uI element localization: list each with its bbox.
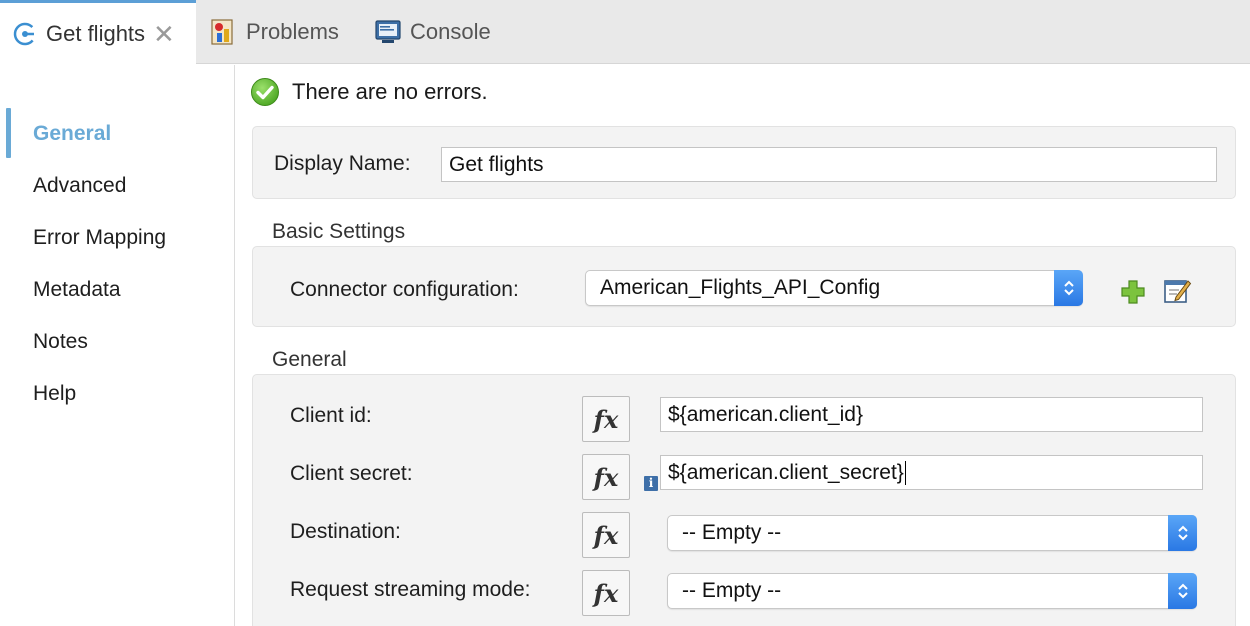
tab-get-flights[interactable]: Get flights ✕ <box>0 0 196 65</box>
sidebar-item-metadata[interactable]: Metadata <box>33 275 121 305</box>
active-section-indicator <box>6 108 11 158</box>
general-section-title: General <box>272 348 347 371</box>
sidebar-item-notes[interactable]: Notes <box>33 327 88 357</box>
select-stepper-icon <box>1168 515 1197 551</box>
close-icon[interactable]: ✕ <box>153 21 175 47</box>
client-id-label: Client id: <box>290 404 372 427</box>
fx-toggle-client-id[interactable]: fx <box>582 396 630 442</box>
select-stepper-icon <box>1054 270 1083 306</box>
client-secret-value: ${american.client_secret} <box>668 461 904 484</box>
sidebar-item-advanced[interactable]: Advanced <box>33 171 126 201</box>
console-icon <box>374 18 402 46</box>
tab-label: Problems <box>246 19 339 44</box>
destination-select[interactable]: -- Empty -- <box>667 515 1197 551</box>
status-text: There are no errors. <box>292 79 488 104</box>
client-id-input[interactable] <box>660 397 1203 432</box>
destination-value: -- Empty -- <box>682 521 782 544</box>
info-icon[interactable]: i <box>644 476 658 491</box>
display-name-label: Display Name: <box>274 152 411 175</box>
sidebar-item-error-mapping[interactable]: Error Mapping <box>33 223 166 253</box>
properties-sidebar: General Advanced Error Mapping Metadata … <box>0 65 235 626</box>
text-cursor <box>904 461 906 486</box>
connector-configuration-value: American_Flights_API_Config <box>600 276 881 299</box>
editor-tab-bar: Get flights ✕ Problems Console <box>0 0 1250 65</box>
request-streaming-mode-label: Request streaming mode: <box>290 578 531 601</box>
fx-toggle-request-streaming[interactable]: fx <box>582 570 630 616</box>
client-secret-label: Client secret: <box>290 462 413 485</box>
tab-problems[interactable]: Problems <box>208 0 339 64</box>
tab-console[interactable]: Console <box>374 0 491 64</box>
check-circle-icon <box>250 77 280 107</box>
request-streaming-mode-value: -- Empty -- <box>682 579 782 602</box>
sidebar-item-general[interactable]: General <box>33 119 111 149</box>
tab-label: Console <box>410 19 491 44</box>
problems-icon <box>208 17 238 47</box>
connector-configuration-label: Connector configuration: <box>290 278 519 301</box>
connector-configuration-select[interactable]: American_Flights_API_Config <box>585 270 1083 306</box>
client-secret-input[interactable]: ${american.client_secret} <box>660 455 1203 490</box>
plus-icon[interactable] <box>1118 277 1148 307</box>
request-streaming-mode-select[interactable]: -- Empty -- <box>667 573 1197 609</box>
tab-label: Get flights <box>46 21 146 46</box>
fx-toggle-client-secret[interactable]: fx <box>582 454 630 500</box>
fx-toggle-destination[interactable]: fx <box>582 512 630 558</box>
sidebar-item-help[interactable]: Help <box>33 379 76 409</box>
select-stepper-icon <box>1168 573 1197 609</box>
basic-settings-title: Basic Settings <box>272 220 406 243</box>
validation-status: There are no errors. <box>250 76 488 108</box>
destination-label: Destination: <box>290 520 401 543</box>
edit-icon[interactable] <box>1162 275 1192 305</box>
connector-icon <box>12 21 38 47</box>
display-name-input[interactable] <box>441 147 1217 182</box>
